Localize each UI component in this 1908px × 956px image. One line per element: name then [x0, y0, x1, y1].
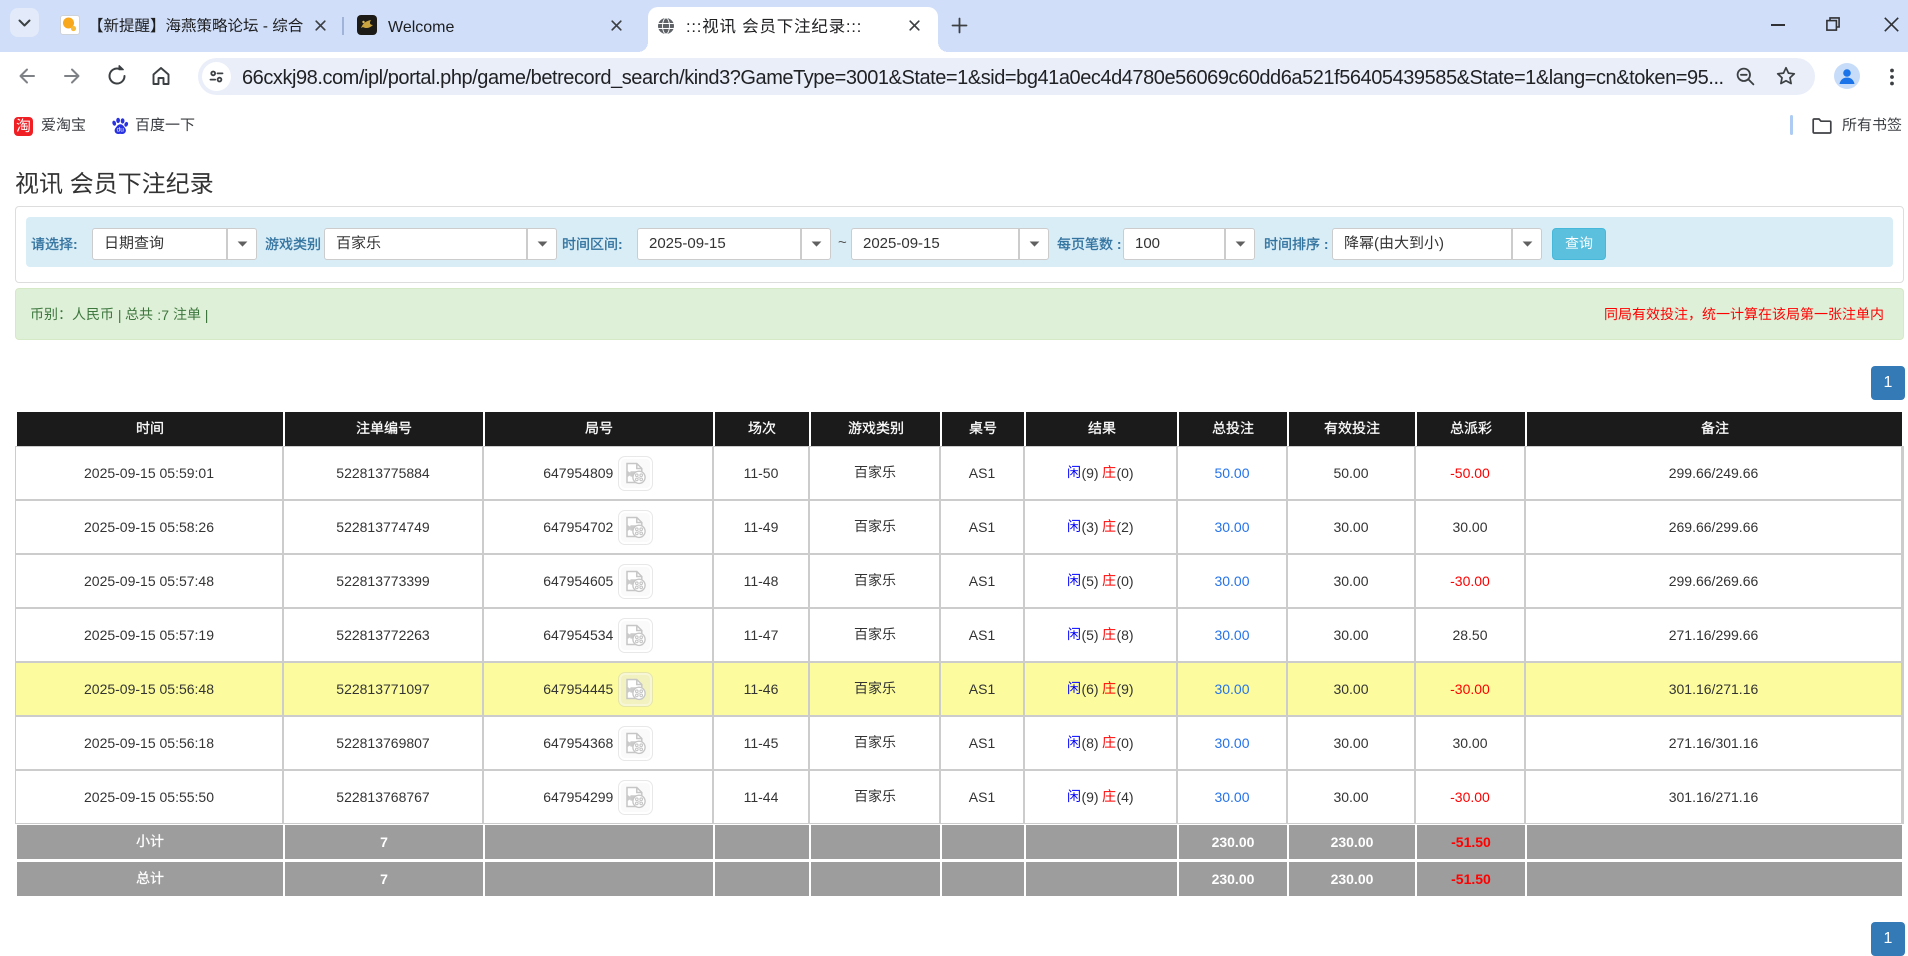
svg-text:du: du: [117, 127, 125, 134]
